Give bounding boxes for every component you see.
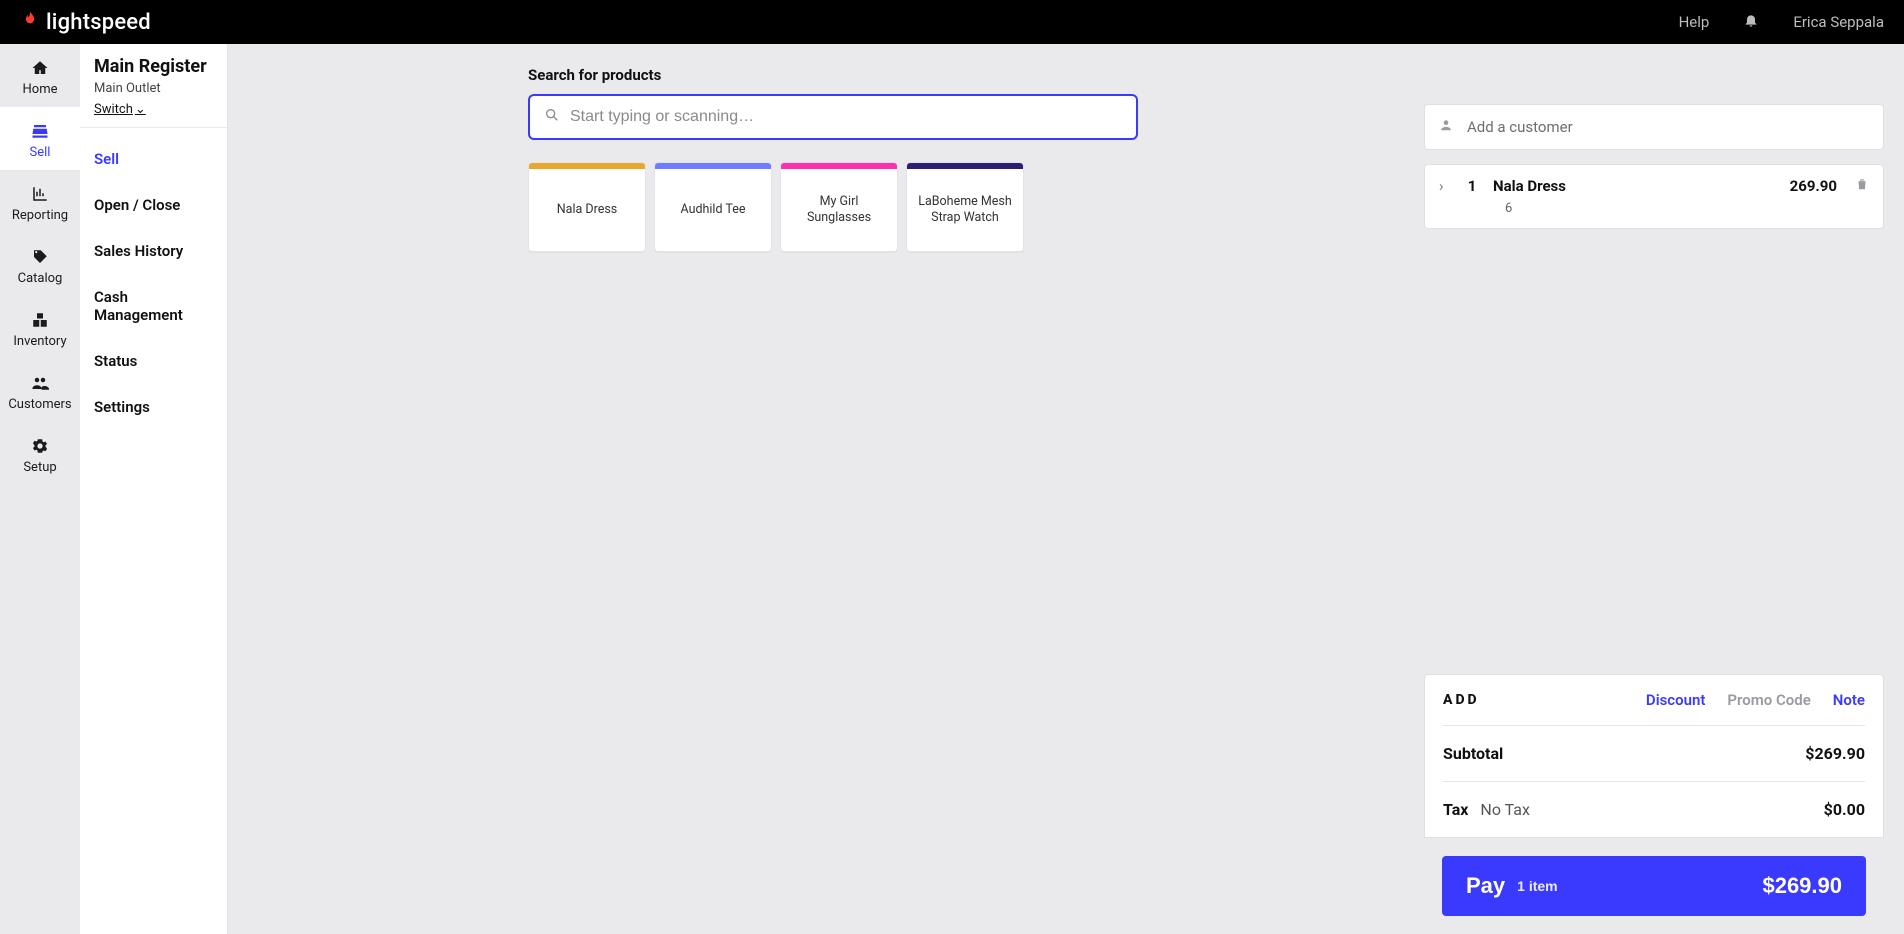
quick-tiles: Nala Dress Audhild Tee My Girl Sunglasse… [528, 162, 1404, 252]
outlet-name: Main Outlet [94, 81, 213, 96]
user-name[interactable]: Erica Seppala [1793, 13, 1884, 31]
boxes-icon [29, 310, 51, 330]
add-label: ADD [1443, 692, 1480, 708]
register-title: Main Register [94, 56, 213, 77]
rail-label: Home [23, 82, 58, 97]
chevron-right-icon: › [1439, 177, 1451, 195]
sidebar-item-open-close[interactable]: Open / Close [80, 182, 227, 228]
rail-label: Setup [23, 460, 56, 475]
sidebar-nav: Sell Open / Close Sales History Cash Man… [80, 128, 227, 430]
chevron-down-icon: ⌄ [135, 102, 146, 117]
sidebar-item-cash-management[interactable]: Cash Management [80, 274, 227, 338]
rail-item-catalog[interactable]: Catalog [0, 233, 80, 296]
bell-icon[interactable] [1743, 12, 1759, 32]
tax-row: Tax No Tax $0.00 [1425, 782, 1883, 837]
flame-icon [20, 9, 40, 35]
line-items: › 1 Nala Dress 269.90 6 [1424, 164, 1884, 229]
line-price: 269.90 [1751, 177, 1837, 195]
search-box[interactable] [528, 94, 1138, 140]
quick-tile[interactable]: My Girl Sunglasses [780, 162, 898, 252]
tile-label: Audhild Tee [655, 169, 771, 251]
rail-label: Customers [8, 397, 71, 412]
remove-line-button[interactable] [1851, 177, 1869, 195]
rail-label: Inventory [13, 334, 66, 349]
content-wrap: Search for products Nala Dress Audhild T… [228, 44, 1904, 934]
secondary-sidebar: Main Register Main Outlet Switch ⌄ Sell … [80, 44, 228, 934]
add-customer-box[interactable]: Add a customer [1424, 104, 1884, 150]
help-link[interactable]: Help [1679, 13, 1710, 31]
note-link[interactable]: Note [1833, 691, 1865, 709]
tile-label: Nala Dress [529, 169, 645, 251]
switch-register-link[interactable]: Switch ⌄ [94, 102, 146, 117]
line-name: Nala Dress [1493, 177, 1737, 195]
sidebar-item-sales-history[interactable]: Sales History [80, 228, 227, 274]
center-column: Search for products Nala Dress Audhild T… [228, 44, 1424, 934]
quick-tile[interactable]: Nala Dress [528, 162, 646, 252]
sidebar-item-settings[interactable]: Settings [80, 384, 227, 430]
cart-panel: Add a customer › 1 Nala Dress 269.90 6 [1424, 44, 1904, 934]
cart-footer: ADD Discount Promo Code Note Subtotal $2… [1424, 674, 1884, 838]
tax-detail: No Tax [1480, 800, 1530, 819]
chart-icon [29, 184, 51, 204]
register-icon [29, 121, 51, 141]
tag-icon [29, 247, 51, 267]
topbar-right: Help Erica Seppala [1679, 12, 1884, 32]
quick-tile[interactable]: Audhild Tee [654, 162, 772, 252]
search-label: Search for products [528, 66, 1404, 84]
pay-label: Pay [1466, 873, 1505, 899]
line-qty: 1 [1465, 177, 1479, 195]
tile-label: My Girl Sunglasses [781, 169, 897, 251]
pay-items: 1 item [1517, 878, 1557, 894]
layout: Home Sell Reporting Catalog Inventory Cu… [0, 44, 1904, 934]
gear-icon [29, 436, 51, 456]
customers-icon [29, 373, 51, 393]
rail-item-sell[interactable]: Sell [0, 107, 80, 170]
add-customer-placeholder: Add a customer [1467, 118, 1573, 136]
rail-item-setup[interactable]: Setup [0, 422, 80, 485]
product-search-input[interactable] [570, 108, 1122, 126]
subtotal-label: Subtotal [1443, 744, 1503, 763]
sidebar-header: Main Register Main Outlet Switch ⌄ [80, 44, 227, 128]
main: Retrieve Sale Park Sale ▾ More Actions… … [228, 44, 1904, 934]
quick-tile[interactable]: LaBoheme Mesh Strap Watch [906, 162, 1024, 252]
subtotal-value: $269.90 [1805, 744, 1865, 763]
person-icon [1439, 118, 1453, 136]
promo-code-link: Promo Code [1727, 691, 1810, 709]
rail-label: Catalog [18, 271, 63, 286]
tile-label: LaBoheme Mesh Strap Watch [907, 169, 1023, 251]
pay-wrap: Pay 1 item $269.90 [1424, 838, 1884, 934]
sidebar-item-status[interactable]: Status [80, 338, 227, 384]
rail-item-reporting[interactable]: Reporting [0, 170, 80, 233]
brand: lightspeed [20, 9, 151, 35]
rail-label: Reporting [12, 208, 68, 223]
sidebar-item-sell[interactable]: Sell [80, 136, 227, 182]
brand-name: lightspeed [46, 10, 151, 35]
rail-item-customers[interactable]: Customers [0, 359, 80, 422]
search-icon [544, 107, 560, 127]
line-variant: 6 [1425, 201, 1883, 228]
tax-value: $0.00 [1824, 800, 1865, 819]
add-links: Discount Promo Code Note [1646, 691, 1865, 709]
pay-button[interactable]: Pay 1 item $269.90 [1442, 856, 1866, 916]
subtotal-row: Subtotal $269.90 [1425, 726, 1883, 781]
cart-spacer [1424, 229, 1884, 674]
switch-label: Switch [94, 102, 133, 117]
rail-item-home[interactable]: Home [0, 44, 80, 107]
icon-rail: Home Sell Reporting Catalog Inventory Cu… [0, 44, 80, 934]
rail-label: Sell [30, 145, 51, 160]
home-icon [29, 58, 51, 78]
topbar: lightspeed Help Erica Seppala [0, 0, 1904, 44]
add-row: ADD Discount Promo Code Note [1425, 675, 1883, 725]
rail-item-inventory[interactable]: Inventory [0, 296, 80, 359]
discount-link[interactable]: Discount [1646, 691, 1705, 709]
pay-amount: $269.90 [1762, 873, 1842, 899]
tax-label: Tax [1443, 800, 1468, 819]
